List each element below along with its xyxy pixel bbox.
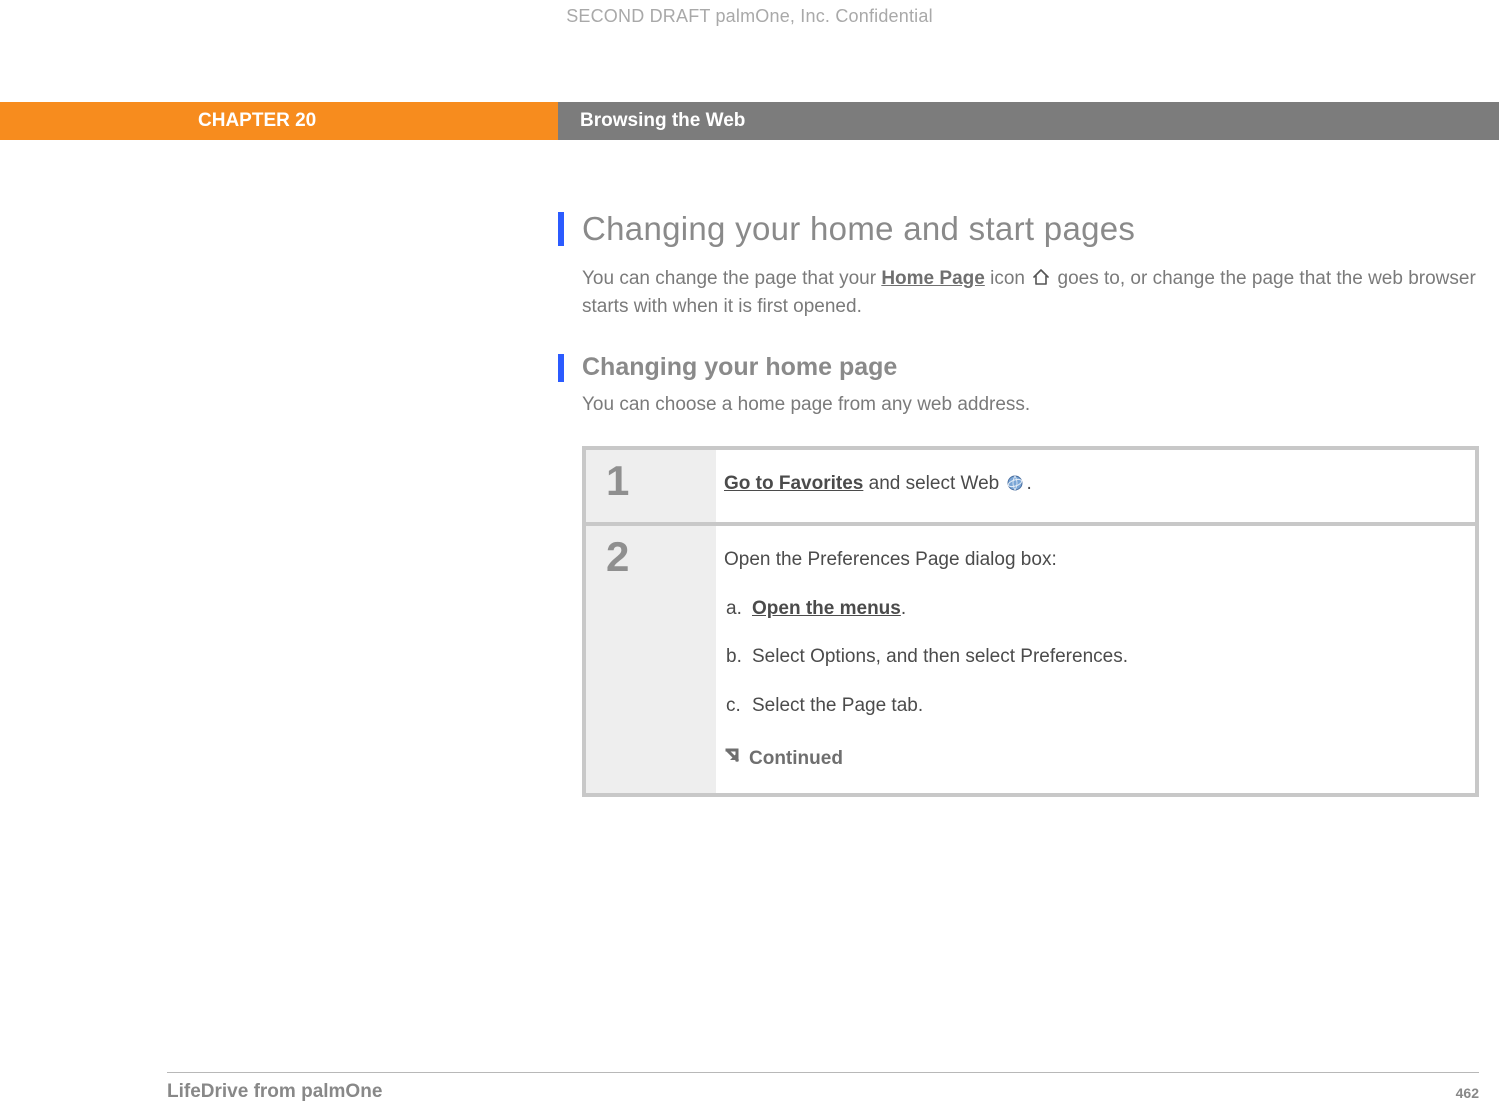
chapter-header-bar: CHAPTER 20 Browsing the Web bbox=[0, 102, 1499, 140]
confidential-notice: SECOND DRAFT palmOne, Inc. Confidential bbox=[0, 6, 1499, 27]
subheading-accent-bar bbox=[558, 354, 564, 382]
step-number: 1 bbox=[586, 450, 716, 522]
step2-lead: Open the Preferences Page dialog box: bbox=[724, 548, 1449, 573]
step1-text-post: and select Web bbox=[863, 473, 1004, 494]
page-number: 462 bbox=[1456, 1085, 1479, 1101]
web-icon bbox=[1006, 474, 1026, 500]
step-number: 2 bbox=[586, 526, 716, 793]
home-page-link[interactable]: Home Page bbox=[881, 268, 984, 289]
subsection-heading-row: Changing your home page bbox=[558, 353, 1479, 382]
step-body: Go to Favorites and select Web . bbox=[716, 450, 1475, 522]
subsection-heading: Changing your home page bbox=[582, 353, 897, 382]
heading-accent-bar bbox=[558, 212, 564, 246]
open-menus-link[interactable]: Open the menus bbox=[752, 598, 901, 619]
substep-b: b. Select Options, and then select Prefe… bbox=[726, 645, 1449, 670]
substep-label: b. bbox=[726, 645, 752, 670]
continued-arrow-icon bbox=[724, 747, 741, 772]
steps-table: 1 Go to Favorites and select Web . 2 Ope… bbox=[582, 446, 1479, 797]
continued-label: Continued bbox=[749, 747, 843, 772]
substep-label: a. bbox=[726, 597, 752, 622]
step-row: 1 Go to Favorites and select Web . bbox=[586, 450, 1475, 522]
step-body: Open the Preferences Page dialog box: a.… bbox=[716, 526, 1475, 793]
section-heading-row: Changing your home and start pages bbox=[558, 210, 1479, 248]
intro-text-pre: You can change the page that your bbox=[582, 268, 881, 289]
sub-intro-paragraph: You can choose a home page from any web … bbox=[582, 394, 1479, 416]
chapter-title: Browsing the Web bbox=[558, 102, 1499, 140]
intro-text-mid: icon bbox=[985, 268, 1030, 289]
substep-c-text: Select the Page tab. bbox=[752, 694, 923, 719]
substep-label: c. bbox=[726, 694, 752, 719]
section-heading: Changing your home and start pages bbox=[582, 210, 1135, 248]
intro-paragraph: You can change the page that your Home P… bbox=[582, 266, 1479, 319]
substep-a-tail: . bbox=[901, 598, 906, 619]
footer-rule bbox=[167, 1072, 1479, 1073]
go-to-favorites-link[interactable]: Go to Favorites bbox=[724, 473, 863, 494]
substep-b-text: Select Options, and then select Preferen… bbox=[752, 645, 1128, 670]
substep-a-content: Open the menus. bbox=[752, 597, 906, 622]
step1-tail: . bbox=[1027, 473, 1032, 494]
continued-indicator: Continued bbox=[724, 747, 1449, 772]
footer-product-name: LifeDrive from palmOne bbox=[167, 1081, 382, 1103]
page-content: Changing your home and start pages You c… bbox=[558, 210, 1479, 797]
substep-c: c. Select the Page tab. bbox=[726, 694, 1449, 719]
step-row: 2 Open the Preferences Page dialog box: … bbox=[586, 526, 1475, 793]
chapter-label: CHAPTER 20 bbox=[0, 102, 558, 140]
home-icon bbox=[1032, 268, 1050, 294]
substep-a: a. Open the menus. bbox=[726, 597, 1449, 622]
